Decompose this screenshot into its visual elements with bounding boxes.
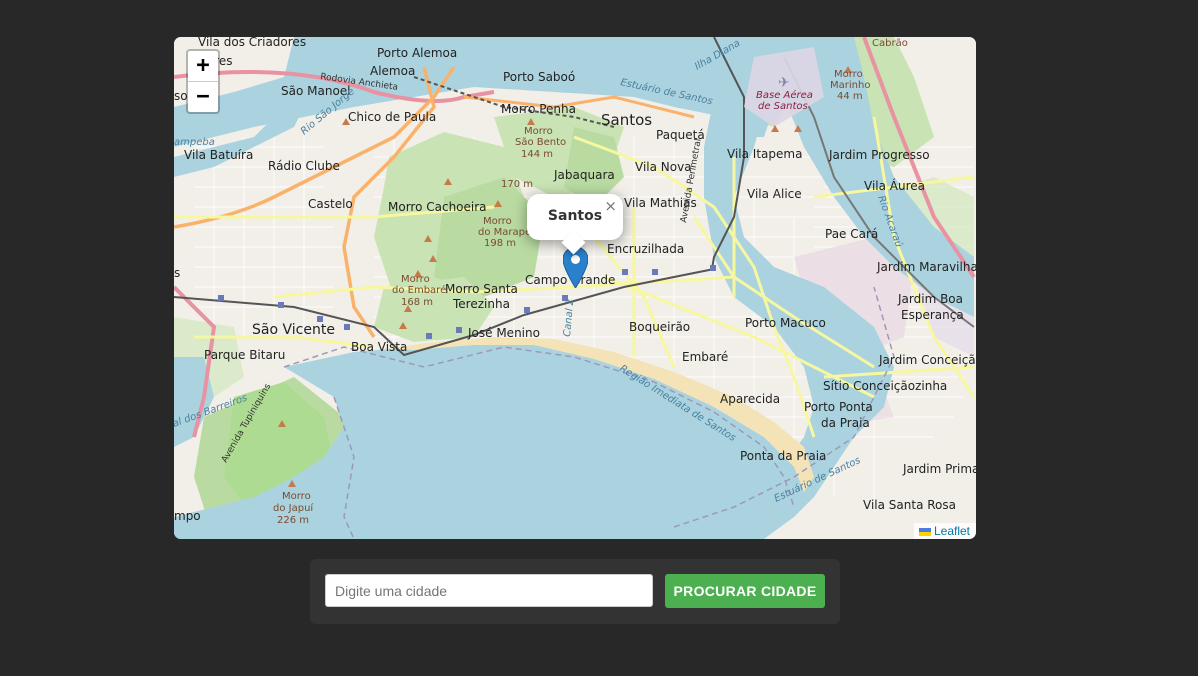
map-label: Morro [282,491,311,502]
map-label: Vila Alice [747,187,802,201]
map-label: Parque Bitaru [204,348,285,362]
zoom-out-button[interactable]: − [188,81,218,112]
map-label: Morro Penha [501,102,576,116]
map-label: Boqueirão [629,320,690,334]
map-label: Cabrão [872,38,908,49]
map-label: de Santos [758,101,808,112]
map-label: Porto Alemoa [377,46,457,60]
map-label: Terezinha [452,297,510,311]
city-search-input[interactable] [325,574,653,607]
map-label: ampeba [174,137,215,148]
map-label: Vila dos Criadores [198,37,306,49]
search-panel: PROCURAR CIDADE [310,559,840,624]
map-label: José Menino [467,326,540,340]
map-label: Ponta da Praia [740,449,826,463]
map-label: Esperança [901,308,964,322]
map-label: Morro [401,274,430,285]
map-label: 44 m [837,91,863,102]
map-label: Encruzilhada [607,242,684,256]
map-label: Morro [524,126,553,137]
map-label: 198 m [484,238,516,249]
map-label: Vila Nova [635,160,692,174]
map-label: Jardim Maravilha [876,260,976,274]
map-label: Chico de Paula [348,110,436,124]
map-label: da Praia [821,416,870,430]
map-label: do Japuí [273,502,314,514]
map-label: Alemoa [370,64,415,78]
map-label: Morro Santa [445,282,518,296]
close-icon[interactable]: × [604,197,617,215]
ukraine-flag-icon [918,527,931,536]
map-label: Vila Santa Rosa [863,498,956,512]
zoom-control: + − [186,49,220,114]
map-label: Jardim Prima [902,462,976,476]
map-label: Vila Itapema [727,147,802,161]
map-label: Aparecida [720,392,780,406]
map-label: Jardim Boa [897,292,963,306]
map-label: Porto Saboó [503,70,575,84]
map-label: São Bento [515,137,566,148]
map-label: Castelo [308,197,353,211]
marker-popup: Santos × [527,194,623,255]
search-city-button[interactable]: PROCURAR CIDADE [665,574,825,608]
map-label: Morro [834,69,863,80]
map-label: Porto Macuco [745,316,826,330]
map-label: Vila Áurea [864,178,925,193]
map-label: Jabaquara [553,168,615,182]
svg-text:✈: ✈ [778,75,790,91]
map[interactable]: ✈ Vila dos Criadores Pores so Porto Alem… [174,37,976,539]
map-tiles[interactable]: ✈ Vila dos Criadores Pores so Porto Alem… [174,37,976,539]
map-label: Santos [601,111,652,129]
map-label: Sítio Conceiçãozinha [823,379,947,393]
map-label: 226 m [277,515,309,526]
map-label: Morro [483,216,512,227]
map-label: São Vicente [252,322,335,338]
map-label: Base Aérea [756,89,813,101]
map-label: do Marapé [478,226,531,238]
map-label: Marinho [830,80,870,91]
map-label: Vila Batuíra [184,148,253,162]
map-label: Boa Vista [351,340,407,354]
map-label: Porto Ponta [804,400,873,414]
map-label: Pae Cará [825,227,878,241]
map-label: Jardim Progresso [828,148,930,162]
map-label: Jardim Conceição [878,353,976,367]
map-label: Embaré [682,350,728,364]
zoom-in-button[interactable]: + [188,51,218,81]
map-label: 170 m [501,179,533,190]
map-attribution: Leaflet [913,523,976,539]
map-label: Rádio Clube [268,159,340,173]
location-pin-icon[interactable] [563,247,588,288]
map-label: do Embaré [392,284,446,296]
map-label: 144 m [521,149,553,160]
map-label: mpo [174,509,201,523]
map-label: s [174,266,180,280]
leaflet-link[interactable]: Leaflet [934,524,970,538]
map-label: 168 m [401,297,433,308]
map-label: Morro Cachoeira [388,200,487,214]
